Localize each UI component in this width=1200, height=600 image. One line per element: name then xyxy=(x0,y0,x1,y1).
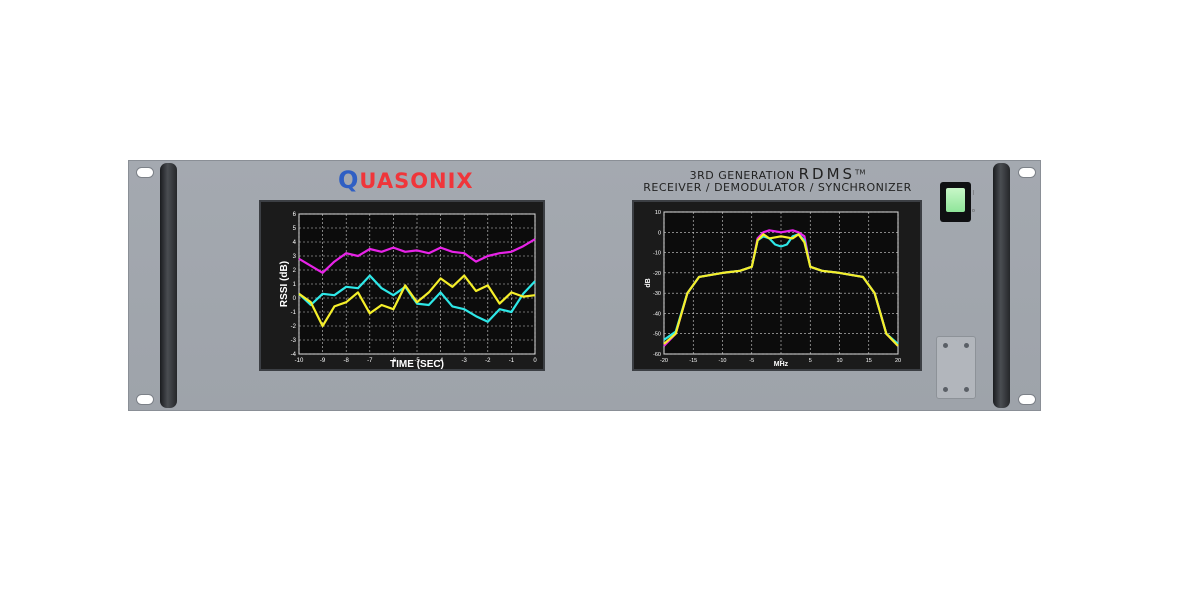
x-axis-label: TIME (SEC) xyxy=(390,359,444,369)
brand-logo-first-letter: Q xyxy=(338,166,360,194)
x-tick-label: 0 xyxy=(533,358,537,364)
y-axis-label: RSSI (dB) xyxy=(279,261,290,307)
blank-cover-plate xyxy=(936,336,976,399)
y-tick-label: 4 xyxy=(293,240,297,246)
rssi-display: -10 -9 -8 -7 -6 -5 -4 -3 -2 -1 0 6 5 4 3 2 1 0 -1 -2 -3 -4 TIM… xyxy=(259,200,545,371)
power-switch[interactable] xyxy=(940,182,971,222)
x-tick-label: 20 xyxy=(895,358,901,364)
x-tick-label: -3 xyxy=(462,358,468,364)
x-tick-label: -9 xyxy=(320,358,326,364)
screw-icon xyxy=(964,343,969,348)
y-tick-label: -10 xyxy=(653,251,661,257)
rssi-chart: -10 -9 -8 -7 -6 -5 -4 -3 -2 -1 06543210-1-2-3-4TIM… xyxy=(279,212,537,369)
y-tick-label: -3 xyxy=(291,338,297,344)
x-tick-label: -15 xyxy=(689,358,697,364)
rack-mount-hole-bottom-left xyxy=(136,394,154,405)
spectrum-display: -20 -15 -10 -5 0 5 10 15 20 10 0 -10 -20 -30 -40 -50 -60… xyxy=(632,200,922,371)
rack-mount-hole-top-right xyxy=(1018,167,1036,178)
y-tick-label: 1 xyxy=(293,282,297,288)
left-handle[interactable] xyxy=(160,163,177,408)
y-tick-label: 6 xyxy=(293,212,297,218)
spectrum-chart: -20 -15 -10 -5 0 5 10 15 20100-10-20-30-40-50-60… xyxy=(645,210,901,368)
y-tick-label: 2 xyxy=(293,268,297,274)
y-tick-label: -30 xyxy=(653,291,661,297)
y-tick-label: 3 xyxy=(293,254,297,260)
y-tick-label: 0 xyxy=(658,230,661,236)
power-indicator-icon xyxy=(946,188,965,212)
x-tick-label: 10 xyxy=(836,358,842,364)
trademark-mark: TM xyxy=(855,168,866,177)
screw-icon xyxy=(943,343,948,348)
y-axis-label: dB xyxy=(645,278,652,287)
x-tick-label: -8 xyxy=(344,358,350,364)
x-tick-label: -1 xyxy=(509,358,515,364)
y-tick-label: -40 xyxy=(653,311,661,317)
x-tick-label: -2 xyxy=(485,358,491,364)
power-off-mark-icon: o xyxy=(972,208,975,214)
x-tick-label: -10 xyxy=(719,358,727,364)
x-tick-label: -7 xyxy=(367,358,373,364)
y-tick-label: -50 xyxy=(653,332,661,338)
rack-mount-hole-top-left xyxy=(136,167,154,178)
screw-icon xyxy=(943,387,948,392)
power-on-mark-icon: | xyxy=(973,190,975,196)
y-tick-label: -60 xyxy=(653,352,661,358)
brand-logo: QUASONIX xyxy=(338,166,474,194)
x-tick-label: 15 xyxy=(866,358,872,364)
y-tick-label: -1 xyxy=(291,310,297,316)
y-tick-label: 0 xyxy=(293,296,297,302)
rack-mount-hole-bottom-right xyxy=(1018,394,1036,405)
x-tick-label: 5 xyxy=(809,358,812,364)
y-tick-label: 5 xyxy=(293,226,297,232)
x-tick-label: -10 xyxy=(295,358,304,364)
brand-logo-rest: UASONIX xyxy=(359,169,474,193)
x-axis-label: MHz xyxy=(774,361,789,368)
x-tick-label: -20 xyxy=(660,358,668,364)
x-tick-label: -5 xyxy=(749,358,754,364)
product-description: RECEIVER / DEMODULATOR / SYNCHRONIZER xyxy=(643,181,912,194)
y-tick-label: -2 xyxy=(291,324,297,330)
y-tick-label: -20 xyxy=(653,271,661,277)
screw-icon xyxy=(964,387,969,392)
y-tick-label: -4 xyxy=(291,352,297,358)
y-tick-label: 10 xyxy=(655,210,661,216)
right-handle[interactable] xyxy=(993,163,1010,408)
